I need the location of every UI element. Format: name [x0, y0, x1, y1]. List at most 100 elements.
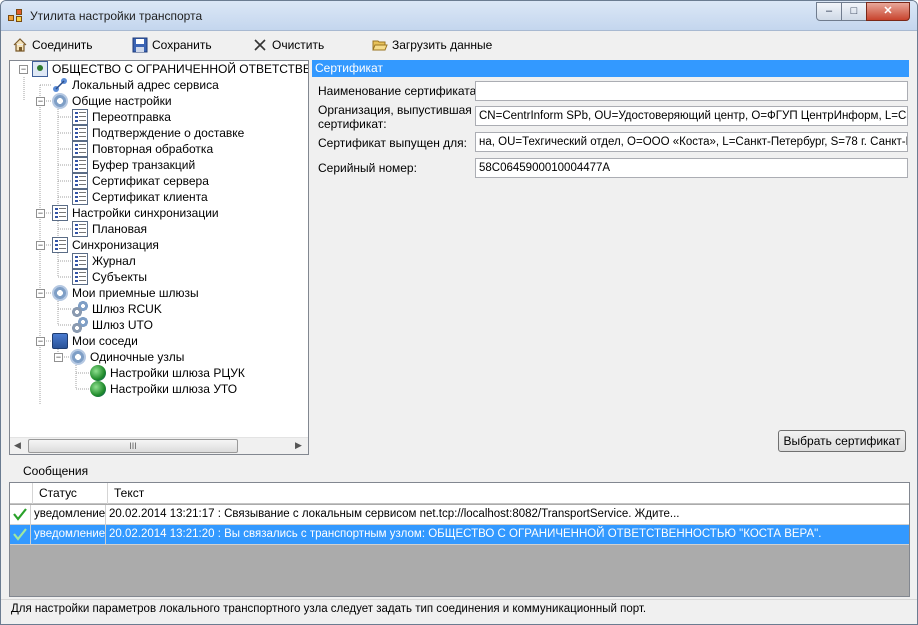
tree-node-local-address[interactable]: Локальный адрес сервиса	[52, 77, 219, 93]
tree-node-my-neighbors[interactable]: Мои соседи	[52, 333, 138, 349]
list-icon	[72, 109, 88, 125]
tree-node-sync-settings[interactable]: Настройки синхронизации	[52, 205, 219, 221]
list-icon	[72, 173, 88, 189]
tree-node-gw-uto-settings[interactable]: Настройки шлюза УТО	[90, 381, 237, 397]
tree-node-gw-rcuk[interactable]: Шлюз RCUK	[72, 301, 162, 317]
tree-label-server-cert: Сертификат сервера	[92, 174, 209, 188]
cert-serial-field[interactable]: 58C0645900010004477A	[475, 158, 908, 178]
table-row[interactable]: уведомление 20.02.2014 13:21:17 : Связыв…	[10, 505, 909, 525]
cert-serial-label: Серийный номер:	[318, 161, 417, 175]
messages-grid[interactable]: Статус Текст уведомление 20.02.2014 13:2…	[9, 482, 910, 597]
gears-icon	[72, 301, 88, 317]
window-title: Утилита настройки транспорта	[30, 9, 203, 23]
gears-icon	[72, 317, 88, 333]
clear-button[interactable]: Очистить	[252, 36, 324, 53]
tree-label-my-gateways: Мои приемные шлюзы	[72, 286, 199, 300]
choose-certificate-button[interactable]: Выбрать сертификат	[778, 430, 906, 452]
tree-label-gw-rcuk: Шлюз RCUK	[92, 302, 162, 316]
tree-node-delivery-confirm[interactable]: Подтверждение о доставке	[72, 125, 244, 141]
clear-label: Очистить	[272, 37, 325, 52]
connect-button[interactable]: Соединить	[12, 36, 93, 53]
network-link-icon	[52, 77, 68, 93]
tree-label-reprocess: Повторная обработка	[92, 142, 214, 156]
expand-toggle-sync[interactable]: −	[36, 241, 45, 250]
globe-icon	[90, 381, 106, 397]
row-icon-cell	[10, 525, 31, 545]
close-button[interactable]: ✕	[866, 2, 910, 21]
globe-icon	[90, 365, 106, 381]
tree-node-gw-rcuk-settings[interactable]: Настройки шлюза РЦУК	[90, 365, 245, 381]
tree-node-general[interactable]: Общие настройки	[52, 93, 172, 109]
list-icon	[72, 253, 88, 269]
tree-node-resend[interactable]: Переотправка	[72, 109, 171, 125]
tree-node-root[interactable]: ОБЩЕСТВО С ОГРАНИЧЕННОЙ ОТВЕТСТВЕННО	[32, 61, 309, 77]
scroll-thumb[interactable]: III	[28, 439, 238, 453]
table-row-selected[interactable]: уведомление 20.02.2014 13:21:20 : Вы свя…	[10, 525, 909, 545]
scroll-right-arrow-icon[interactable]: ▶	[295, 440, 302, 451]
tree-node-tx-buffer[interactable]: Буфер транзакций	[72, 157, 195, 173]
title-bar: Утилита настройки транспорта – □ ✕	[1, 1, 917, 31]
list-icon	[52, 237, 68, 253]
app-icon	[8, 9, 24, 23]
row-text: 20.02.2014 13:21:17 : Связывание с локал…	[106, 505, 909, 525]
tree-node-server-cert[interactable]: Сертификат сервера	[72, 173, 209, 189]
floppy-icon	[132, 37, 148, 53]
tree-node-subjects[interactable]: Субъекты	[72, 269, 147, 285]
tree-node-journal[interactable]: Журнал	[72, 253, 136, 269]
tree-label-local-address: Локальный адрес сервиса	[72, 78, 219, 92]
expand-toggle-single-nodes[interactable]: −	[54, 353, 63, 362]
expand-toggle-general[interactable]: −	[36, 97, 45, 106]
certificate-panel-header: Сертификат	[312, 60, 909, 77]
tree-label-client-cert: Сертификат клиента	[92, 190, 208, 204]
cert-subject-field[interactable]: на, OU=Техгический отдел, O=ООО «Коста»,…	[475, 132, 908, 152]
row-status: уведомление	[31, 525, 106, 545]
expand-toggle-my-neighbors[interactable]: −	[36, 337, 45, 346]
maximize-button[interactable]: □	[841, 2, 867, 21]
home-icon	[12, 37, 28, 53]
status-bar: Для настройки параметров локального тран…	[1, 599, 917, 624]
tree-node-single-nodes[interactable]: Одиночные узлы	[70, 349, 184, 365]
load-data-button[interactable]: Загрузить данные	[372, 36, 492, 53]
messages-label: Сообщения	[23, 464, 89, 478]
grid-header-text[interactable]: Текст	[108, 483, 909, 504]
tree-label-gw-rcuk-settings: Настройки шлюза РЦУК	[110, 366, 245, 380]
computers-network-icon	[52, 333, 68, 349]
list-icon	[72, 269, 88, 285]
expand-toggle-sync-settings[interactable]: −	[36, 209, 45, 218]
tree-label-gw-uto: Шлюз UTO	[92, 318, 153, 332]
grid-header-status[interactable]: Статус	[33, 483, 108, 504]
save-button[interactable]: Сохранить	[132, 36, 212, 53]
tree-label-delivery-confirm: Подтверждение о доставке	[92, 126, 245, 140]
row-text: 20.02.2014 13:21:20 : Вы связались с тра…	[106, 525, 909, 545]
tree-label-resend: Переотправка	[92, 110, 171, 124]
tree-horizontal-scrollbar[interactable]: ◀ III ▶	[10, 437, 308, 454]
tree-node-planned[interactable]: Плановая	[72, 221, 147, 237]
clear-x-icon	[252, 37, 268, 53]
settings-tree[interactable]: − ОБЩЕСТВО С ОГРАНИЧЕННОЙ ОТВЕТСТВЕННО Л…	[9, 60, 309, 455]
expand-toggle-my-gateways[interactable]: −	[36, 289, 45, 298]
list-icon	[52, 205, 68, 221]
tree-label-tx-buffer: Буфер транзакций	[92, 158, 196, 172]
scroll-left-arrow-icon[interactable]: ◀	[14, 440, 21, 451]
expand-toggle-root[interactable]: −	[19, 65, 28, 74]
checkmark-icon	[13, 508, 27, 521]
list-icon	[72, 141, 88, 157]
save-label: Сохранить	[152, 37, 212, 52]
grid-header-corner	[10, 483, 33, 504]
checkmark-icon	[13, 528, 27, 541]
minimize-button[interactable]: –	[816, 2, 842, 21]
tree-node-gw-uto[interactable]: Шлюз UTO	[72, 317, 153, 333]
cert-name-field[interactable]	[475, 81, 908, 101]
gear-icon	[70, 349, 86, 365]
tree-node-reprocess[interactable]: Повторная обработка	[72, 141, 213, 157]
tree-node-sync[interactable]: Синхронизация	[52, 237, 159, 253]
tree-label-root: ОБЩЕСТВО С ОГРАНИЧЕННОЙ ОТВЕТСТВЕННО	[52, 62, 309, 76]
tree-label-subjects: Субъекты	[92, 270, 147, 284]
tree-label-journal: Журнал	[92, 254, 136, 268]
tree-node-client-cert[interactable]: Сертификат клиента	[72, 189, 208, 205]
cert-issuer-label-line2: сертификат:	[318, 117, 387, 131]
cert-subject-label: Сертификат выпущен для:	[318, 136, 467, 150]
cert-issuer-field[interactable]: CN=CentrInform SPb, OU=Удостоверяющий це…	[475, 106, 908, 126]
tree-node-my-gateways[interactable]: Мои приемные шлюзы	[52, 285, 199, 301]
main-window: Утилита настройки транспорта – □ ✕ Соеди…	[0, 0, 918, 625]
